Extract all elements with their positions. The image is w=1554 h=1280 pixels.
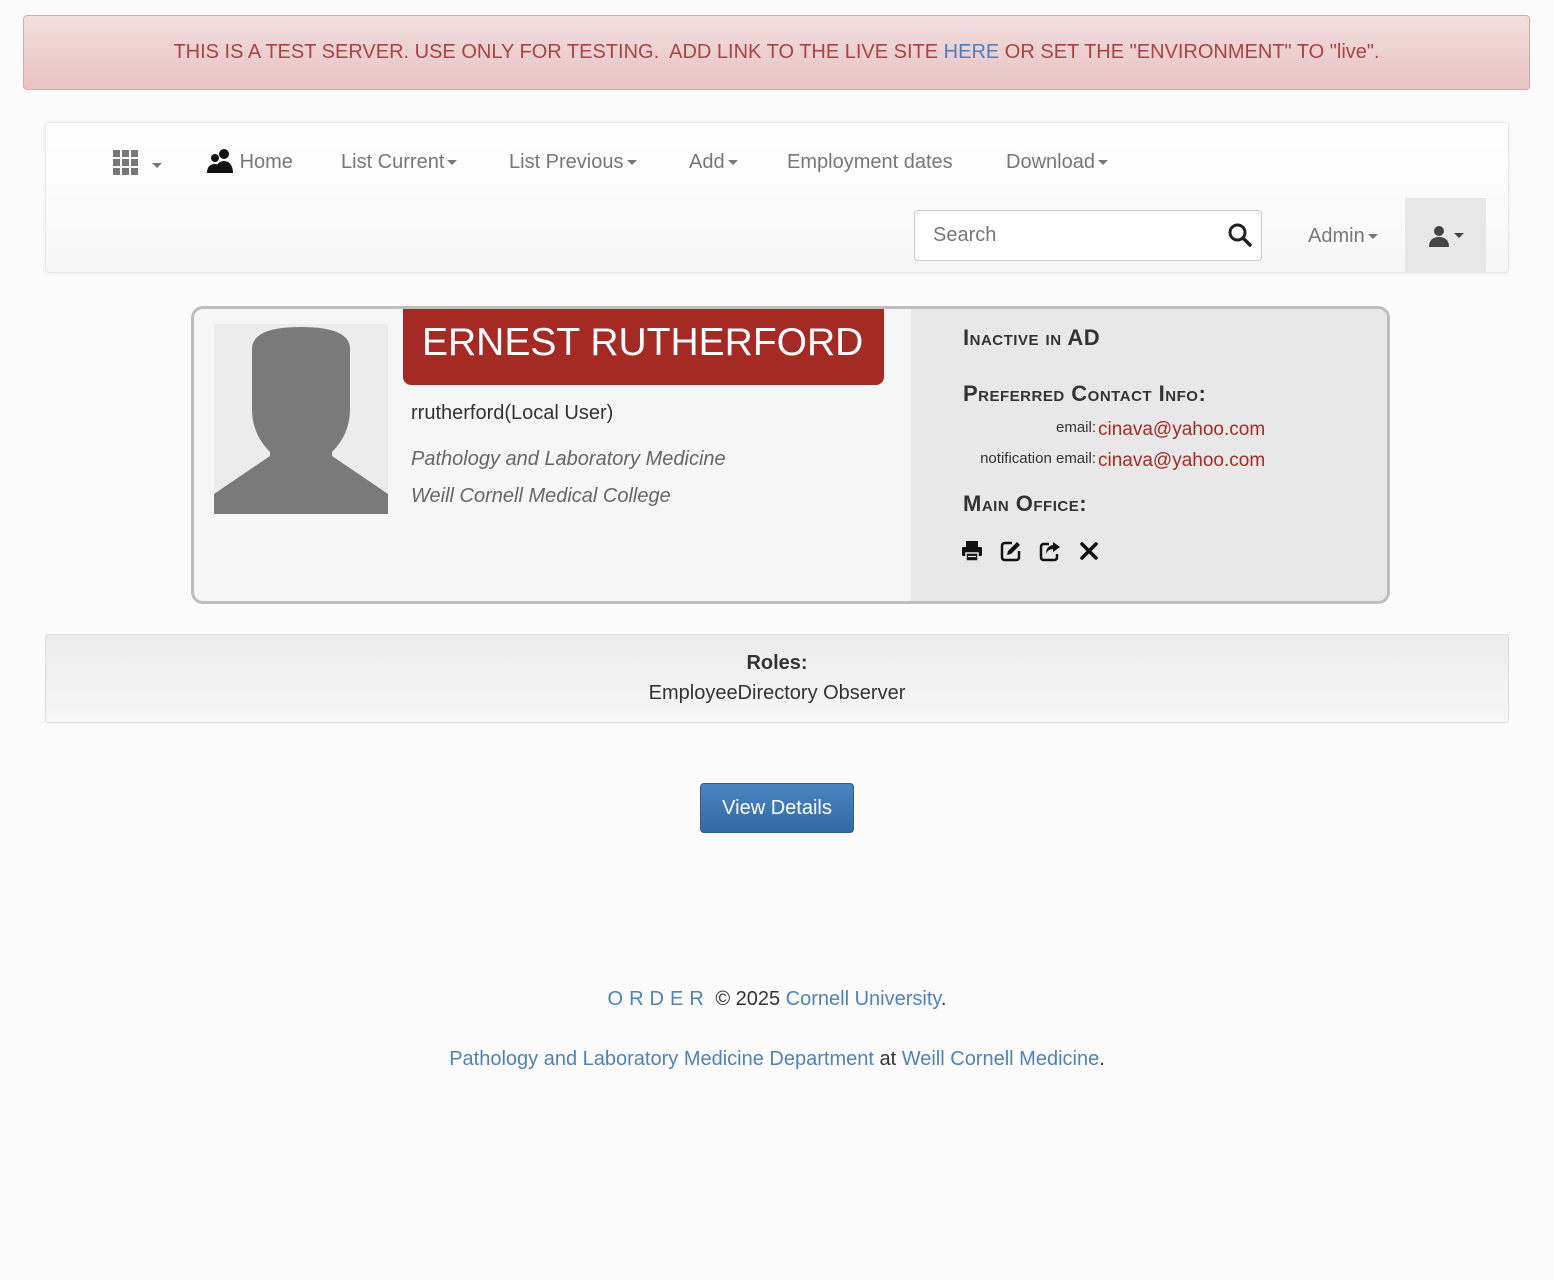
roles-title: Roles: [746,652,808,674]
navbar: Home List Current List Previous Add Empl… [45,122,1509,273]
profile-card: ERNEST RUTHERFORD rrutherford(Local User… [191,306,1390,604]
chevron-down-icon [626,160,637,166]
chevron-down-icon [447,160,458,166]
search-box [914,210,1262,261]
roles-value: EmployeeDirectory Observer [648,682,906,704]
apps-menu[interactable] [113,149,162,176]
footer-copyright: ORDER © 2025 Cornell University. [0,988,1554,1011]
roles-panel: Roles: EmployeeDirectory Observer [45,634,1509,723]
chevron-down-icon [1097,160,1108,166]
chevron-down-icon [727,160,738,166]
live-site-link[interactable]: HERE [944,41,1000,64]
notification-email-label: notification email: [980,450,1096,467]
search-input[interactable] [915,211,1215,260]
institution: Weill Cornell Medical College [411,485,671,507]
user-menu-button[interactable] [1405,198,1486,273]
nav-employment-dates-label: Employment dates [787,151,953,173]
department: Pathology and Laboratory Medicine [411,448,726,470]
chevron-down-icon [1367,234,1378,240]
edit-icon[interactable] [1000,540,1022,562]
contact-info-title: Preferred Contact Info: [963,381,1207,406]
view-details-button[interactable]: View Details [700,783,854,833]
nav-home[interactable]: Home [206,148,293,175]
employee-name: ERNEST RUTHERFORD [403,309,884,385]
notification-email-link[interactable]: cinava@yahoo.com [1098,450,1265,472]
nav-list-current-label: List Current [341,151,445,173]
username: rrutherford(Local User) [411,402,614,424]
nav-list-current[interactable]: List Current [341,149,458,175]
print-icon[interactable] [961,540,983,562]
cornell-university-link[interactable]: Cornell University [786,988,941,1010]
nav-download[interactable]: Download [1006,149,1108,175]
test-server-alert: THIS IS A TEST SERVER. USE ONLY FOR TEST… [23,15,1530,90]
share-icon[interactable] [1039,540,1061,562]
footer-period-2: . [1099,1048,1105,1070]
order-link[interactable]: ORDER [608,988,710,1010]
alert-text-prefix: THIS IS A TEST SERVER. USE ONLY FOR TEST… [173,41,944,63]
nav-list-previous[interactable]: List Previous [509,149,637,175]
nav-employment-dates[interactable]: Employment dates [787,149,953,175]
close-icon[interactable] [1078,540,1100,562]
user-silhouette-icon [214,327,388,514]
department-link[interactable]: Pathology and Laboratory Medicine Depart… [449,1048,874,1070]
nav-admin[interactable]: Admin [1308,223,1378,249]
copyright-text: © 2025 [709,988,786,1010]
email-label: email: [1055,419,1096,436]
avatar [214,324,388,514]
notification-email-row: notification email: cinava@yahoo.com [911,450,1387,472]
nav-add[interactable]: Add [689,149,738,175]
chevron-down-icon [1453,233,1464,238]
footer-department: Pathology and Laboratory Medicine Depart… [0,1048,1554,1071]
alert-text-suffix: OR SET THE "ENVIRONMENT" TO "live". [999,41,1380,63]
nav-download-label: Download [1006,151,1095,173]
ad-status: Inactive in AD [963,325,1101,350]
users-icon [207,148,233,173]
email-row: email: cinava@yahoo.com [911,419,1387,441]
weill-cornell-medicine-link[interactable]: Weill Cornell Medicine [902,1048,1099,1070]
nav-list-previous-label: List Previous [509,151,624,173]
chevron-down-icon [151,163,162,169]
footer-at: at [873,1048,902,1070]
profile-actions [961,540,1100,562]
contact-panel: Inactive in AD Preferred Contact Info: e… [911,309,1387,601]
user-icon [1428,225,1449,247]
apps-grid-icon [113,150,138,176]
nav-add-label: Add [689,151,725,173]
main-office-title: Main Office: [963,491,1088,516]
footer-period: . [940,988,947,1010]
search-icon[interactable] [1227,222,1253,248]
nav-admin-label: Admin [1308,225,1365,247]
email-link[interactable]: cinava@yahoo.com [1098,419,1265,441]
nav-home-label: Home [239,151,293,173]
